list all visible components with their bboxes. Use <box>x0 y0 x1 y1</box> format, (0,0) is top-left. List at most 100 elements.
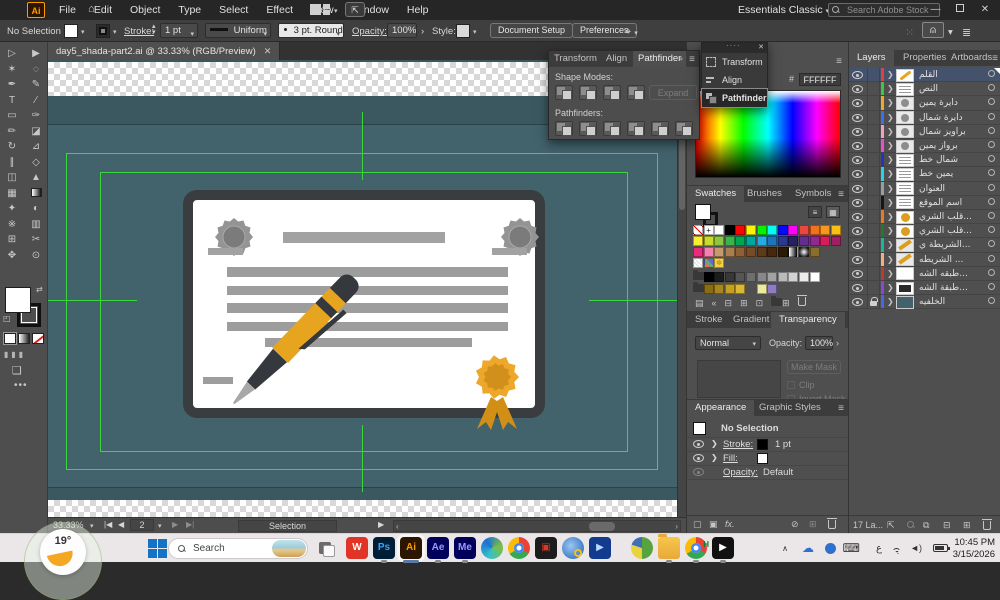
swatch[interactable] <box>788 225 798 235</box>
layer-row[interactable]: ❯النص <box>849 82 1000 96</box>
pathfinder-outline-icon[interactable] <box>651 121 669 136</box>
free-transform-tool-icon[interactable]: ◇ <box>24 155 48 171</box>
volume-icon[interactable]: ◄) <box>910 534 922 563</box>
symbol-sprayer-tool-icon[interactable]: ※ <box>0 217 24 233</box>
battery-icon[interactable] <box>933 534 948 563</box>
layer-expand-icon[interactable]: ❯ <box>887 127 894 136</box>
layer-visibility-eye-icon[interactable] <box>852 142 863 150</box>
tab-swatches[interactable]: Swatches <box>687 186 744 202</box>
duplicate-item-icon[interactable]: ⊞ <box>809 519 817 530</box>
layer-name[interactable]: طبقه الشه... <box>919 269 968 279</box>
document-setup-button[interactable]: Document Setup <box>490 23 573 38</box>
layer-expand-icon[interactable]: ❯ <box>887 297 894 306</box>
minimize-button[interactable]: — <box>924 0 946 20</box>
artboard-tool-icon[interactable]: ⊞ <box>0 232 24 248</box>
opacity-label[interactable]: Opacity: <box>352 26 387 37</box>
layer-name[interactable]: الشريطه ... <box>919 255 963 265</box>
layer-expand-icon[interactable]: ❯ <box>887 155 894 164</box>
appearance-opacity-row[interactable]: Opacity: Default <box>687 466 849 480</box>
swatch[interactable] <box>746 272 756 282</box>
menu-effect[interactable]: Effect <box>257 0 302 20</box>
tab-stroke[interactable]: Stroke <box>687 312 730 328</box>
layer-visibility-eye-icon[interactable] <box>852 156 863 164</box>
layer-visibility-eye-icon[interactable] <box>852 170 863 178</box>
new-fill-icon[interactable]: ▣ <box>709 519 718 530</box>
artboard-number-field[interactable]: 2 <box>130 519 154 531</box>
new-color-group-icon[interactable]: ⊞ <box>740 298 756 308</box>
add-swatch-icon[interactable]: ⊞ <box>782 298 798 308</box>
tray-clock[interactable]: 10:45 PM 3/15/2026 <box>953 537 995 560</box>
panel-list-icon[interactable]: ≣ <box>962 26 971 39</box>
layer-target-icon[interactable] <box>988 127 995 134</box>
pathfinder-crop-icon[interactable] <box>627 121 645 136</box>
layer-visibility-eye-icon[interactable] <box>852 270 863 278</box>
layer-visibility-eye-icon[interactable] <box>852 199 863 207</box>
expand-button[interactable]: Expand <box>649 85 697 100</box>
swatch[interactable] <box>831 236 841 246</box>
first-artboard-icon[interactable]: |◀ <box>104 520 112 529</box>
taskbar-app-media-blue-icon[interactable]: ▶ <box>589 537 611 559</box>
tp-opacity-expand[interactable]: › <box>836 338 839 348</box>
layer-row[interactable]: ❯اسم الموقع <box>849 196 1000 210</box>
swatch[interactable] <box>757 247 767 257</box>
tab-properties[interactable]: Properties <box>895 50 954 66</box>
edit-toolbar-icon[interactable]: ••• <box>14 380 28 391</box>
stock-search-input[interactable]: Search Adobe Stock <box>828 3 940 17</box>
new-sublayer-icon[interactable]: ⊟ <box>943 520 951 531</box>
perspective-grid-tool-icon[interactable]: ▲ <box>24 170 48 186</box>
swatch-group-folder-icon[interactable] <box>693 272 704 280</box>
swatch[interactable] <box>735 247 745 257</box>
tab-gradient[interactable]: Gradient <box>725 312 777 328</box>
shape-mode-intersect-icon[interactable] <box>603 85 621 100</box>
layer-row[interactable]: ❯برواز يمين <box>849 139 1000 153</box>
layer-expand-icon[interactable]: ❯ <box>887 70 894 79</box>
swatch[interactable] <box>757 225 767 235</box>
document-tab[interactable]: day5_shada-part2.ai @ 33.33% (RGB/Previe… <box>48 42 280 60</box>
layer-visibility-eye-icon[interactable] <box>852 185 863 193</box>
swatch[interactable] <box>788 272 798 282</box>
locate-object-icon[interactable] <box>907 521 914 528</box>
appearance-stroke-swatch[interactable] <box>757 439 768 450</box>
fill-color-swatch[interactable] <box>64 24 78 38</box>
swatches-menu-icon[interactable]: ≡ <box>838 189 844 200</box>
swatch[interactable] <box>788 247 798 257</box>
security-icon[interactable] <box>825 534 836 563</box>
swatch[interactable] <box>725 272 735 282</box>
taskbar-app-after-effects-icon[interactable]: Ae <box>427 537 449 559</box>
tab-transparency[interactable]: Transparency <box>771 312 845 328</box>
swatch-libraries-icon[interactable]: ▤ <box>695 298 712 308</box>
tab-align[interactable]: Align <box>601 51 632 67</box>
grid-icon[interactable]: ⁙ <box>905 26 914 39</box>
tp-opacity-field[interactable]: 100% <box>805 336 833 350</box>
swatch[interactable] <box>767 247 777 257</box>
touch-chevron[interactable]: ▾ <box>948 27 953 38</box>
scale-tool-icon[interactable]: ⊿ <box>24 139 48 155</box>
layer-name[interactable]: برواز يمين <box>919 141 958 151</box>
layer-visibility-eye-icon[interactable] <box>852 298 863 306</box>
swatch[interactable] <box>725 236 735 246</box>
pathfinder-minus-back-icon[interactable] <box>675 121 693 136</box>
drawing-mode-buttons[interactable]: ▮▮▮ <box>4 350 26 359</box>
swatch[interactable] <box>704 272 714 282</box>
last-artboard-icon[interactable]: ▶| <box>186 520 194 529</box>
workspace-switcher[interactable]: Essentials Classic ▾ <box>738 0 829 22</box>
taskbar-app-media-encoder-icon[interactable]: Me <box>454 537 476 559</box>
layer-visibility-eye-icon[interactable] <box>852 71 863 79</box>
start-button[interactable] <box>146 537 168 559</box>
layer-row[interactable]: ❯شمال خط <box>849 153 1000 167</box>
blend-mode-dropdown[interactable]: Normal▾ <box>695 336 761 350</box>
line-segment-tool-icon[interactable]: ∕ <box>24 93 48 109</box>
layer-target-icon[interactable] <box>988 198 995 205</box>
layer-expand-icon[interactable]: ❯ <box>887 184 894 193</box>
menu-help[interactable]: Help <box>398 0 438 20</box>
hex-color-field[interactable]: FFFFFF <box>799 73 841 86</box>
screen-mode-icon[interactable]: ❏ <box>12 364 22 377</box>
magic-wand-tool-icon[interactable]: ✶ <box>0 62 24 78</box>
layer-name[interactable]: القلم <box>919 70 938 80</box>
layer-expand-icon[interactable]: ❯ <box>887 84 894 93</box>
taskbar-app-file-explorer-icon[interactable] <box>658 537 680 559</box>
layer-target-icon[interactable] <box>988 212 995 219</box>
stroke-color-swatch[interactable] <box>96 24 110 38</box>
mesh-tool-icon[interactable]: ▦ <box>0 186 24 202</box>
horizontal-scrollbar-thumb[interactable] <box>589 522 615 531</box>
